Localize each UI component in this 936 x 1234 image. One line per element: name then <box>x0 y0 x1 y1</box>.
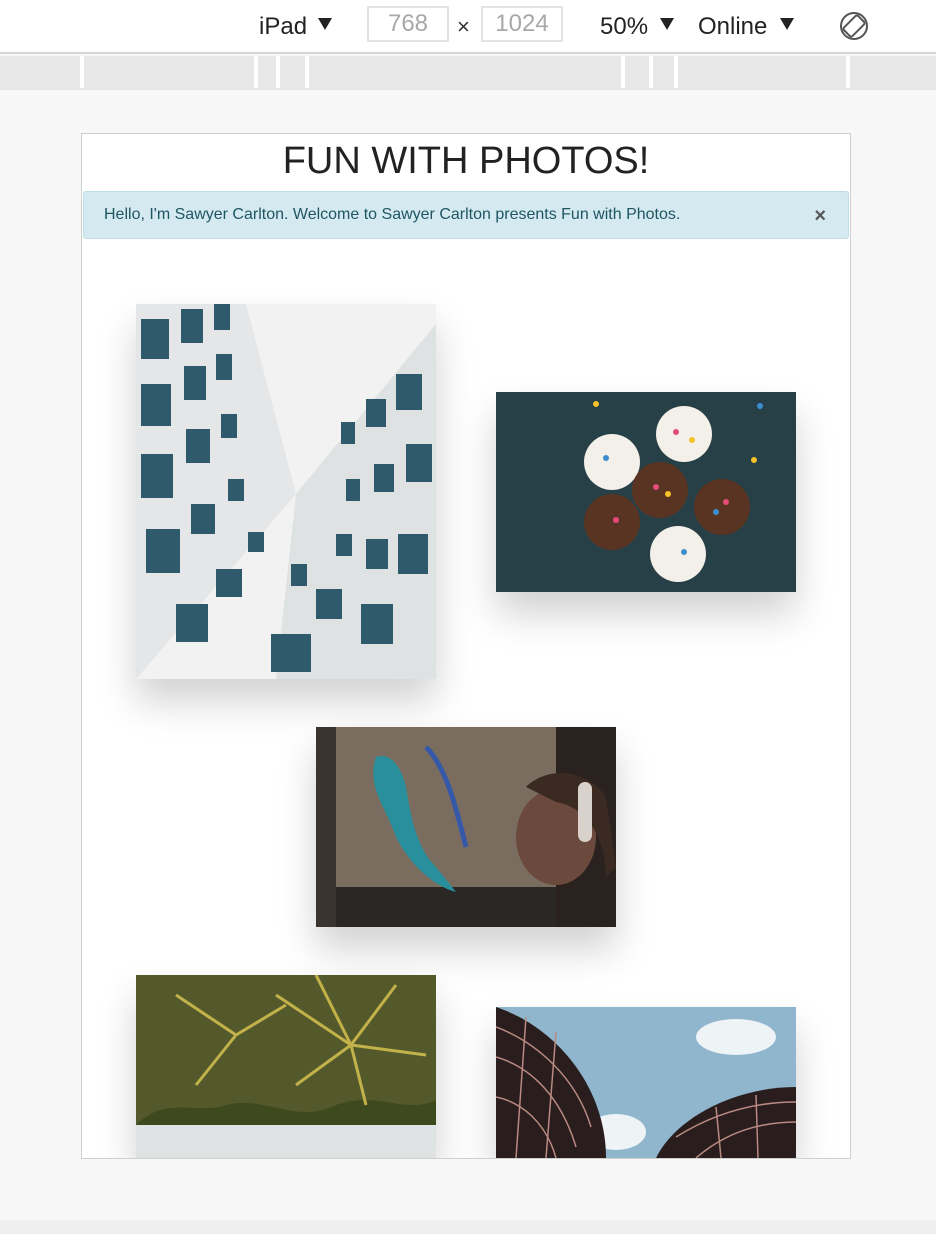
media-query-ruler[interactable] <box>0 56 936 90</box>
device-viewport: FUN WITH PHOTOS! Hello, I'm Sawyer Carlt… <box>81 133 851 1159</box>
bottom-edge <box>0 1220 936 1234</box>
height-input[interactable]: 1024 <box>481 6 563 42</box>
curved-buildings-photo[interactable] <box>496 1007 796 1158</box>
welcome-alert: Hello, I'm Sawyer Carlton. Welcome to Sa… <box>83 191 849 239</box>
zoom-select[interactable]: 50% <box>600 12 648 42</box>
network-select[interactable]: Online <box>698 12 767 42</box>
dimension-separator: × <box>457 14 470 39</box>
cupcakes-photo[interactable] <box>496 392 796 592</box>
alert-message: Hello, I'm Sawyer Carlton. Welcome to Sa… <box>104 206 681 223</box>
page-title: FUN WITH PHOTOS! <box>282 140 650 182</box>
close-icon[interactable]: × <box>814 192 826 240</box>
zoom-chevron-down-icon[interactable] <box>660 18 674 30</box>
building-facade-photo[interactable] <box>136 304 436 679</box>
rotate-device-icon[interactable] <box>838 10 870 42</box>
device-chevron-down-icon[interactable] <box>318 18 332 30</box>
device-select[interactable]: iPad <box>259 12 307 42</box>
street-art-girl-photo[interactable] <box>316 727 616 927</box>
device-toolbar: iPad 768 × 1024 50% Online <box>0 0 936 54</box>
width-input[interactable]: 768 <box>367 6 449 42</box>
palm-trees-photo[interactable] <box>136 975 436 1158</box>
network-chevron-down-icon[interactable] <box>780 18 794 30</box>
